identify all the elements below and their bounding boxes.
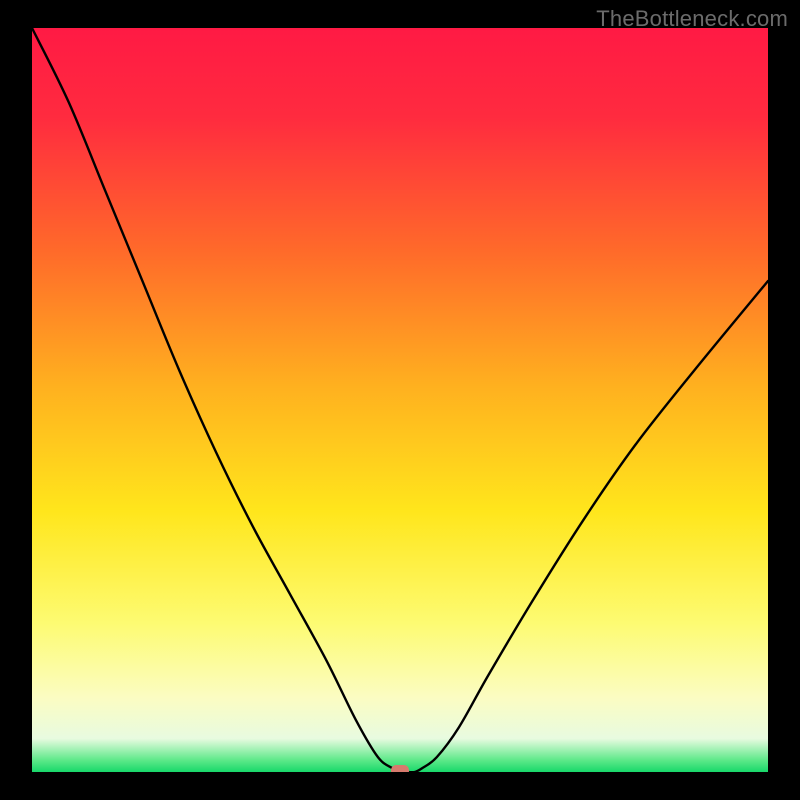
optimal-marker: [391, 765, 409, 772]
chart-frame: TheBottleneck.com: [0, 0, 800, 800]
plot-area: [32, 28, 768, 772]
chart-svg: [32, 28, 768, 772]
gradient-background: [32, 28, 768, 772]
